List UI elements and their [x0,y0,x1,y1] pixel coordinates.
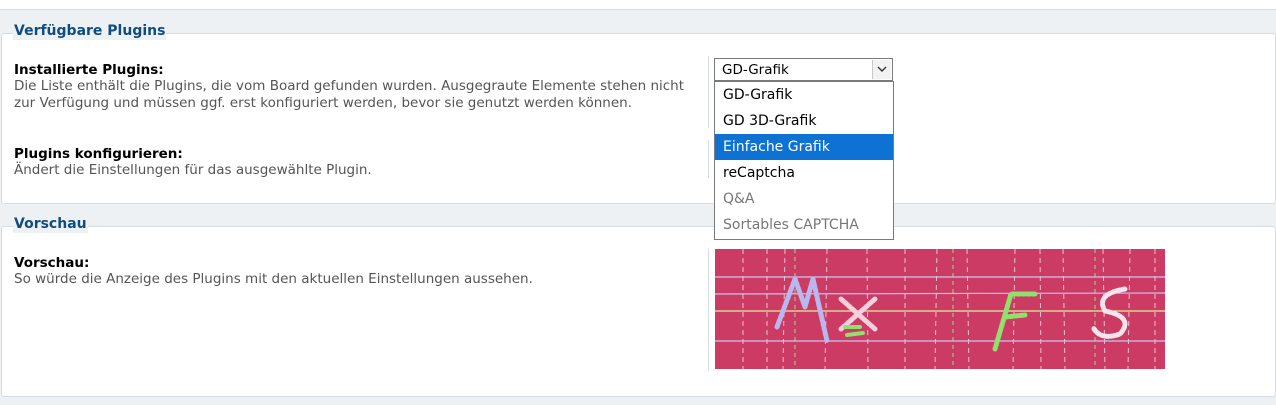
field-divider [708,140,709,178]
dropdown-option-gd-grafik[interactable]: GD-Grafik [715,82,893,108]
select-current-value: GD-Grafik [722,62,789,78]
plugins-dropdown-list: GD-Grafik GD 3D-Grafik Einfache Grafik r… [714,81,894,240]
configure-plugins-label: Plugins konfigurieren: [14,146,183,162]
captcha-preview-image [715,249,1165,369]
chevron-down-icon[interactable] [872,60,891,79]
dropdown-option-sortables-captcha: Sortables CAPTCHA [723,217,859,233]
dropdown-option-qa: Q&A [723,191,755,207]
dropdown-option-einfache-grafik[interactable]: Einfache Grafik [715,134,893,160]
top-panel-edge [0,0,1276,10]
dropdown-option-recaptcha[interactable]: reCaptcha [715,160,893,186]
preview-label: Vorschau: [14,255,90,271]
available-plugins-legend: Verfügbare Plugins [13,22,167,40]
installed-plugins-description: Die Liste enthält die Plugins, die vom B… [14,78,685,111]
installed-plugins-label: Installierte Plugins: [14,62,164,78]
preview-description: So würde die Anzeige des Plugins mit den… [14,271,533,287]
field-divider [708,249,709,371]
field-divider [708,56,709,128]
dropdown-option-gd-3d-grafik[interactable]: GD 3D-Grafik [715,108,893,134]
installed-plugins-select[interactable]: GD-Grafik [714,58,893,81]
configure-plugins-description: Ändert die Einstellungen für das ausgewä… [14,162,372,178]
preview-legend: Vorschau [13,215,88,233]
